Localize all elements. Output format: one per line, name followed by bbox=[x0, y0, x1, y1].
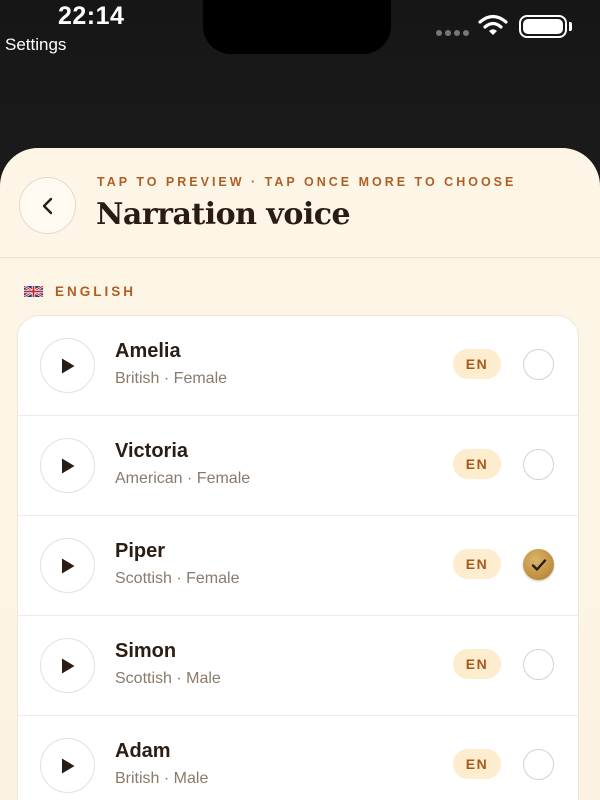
voice-row[interactable]: Simon Scottish · Male EN bbox=[18, 616, 578, 716]
sheet-hint: TAP TO PREVIEW · TAP ONCE MORE TO CHOOSE bbox=[97, 175, 517, 189]
play-icon bbox=[61, 558, 74, 573]
voice-name: Adam bbox=[115, 740, 171, 762]
battery-tip bbox=[569, 22, 572, 31]
voice-row[interactable]: Adam British · Male EN bbox=[18, 716, 578, 800]
voice-name: Simon bbox=[115, 640, 177, 662]
page-title: Narration voice bbox=[96, 197, 351, 232]
voice-row[interactable]: Amelia British · Female EN bbox=[18, 316, 578, 416]
play-icon bbox=[61, 458, 74, 473]
battery-icon bbox=[519, 15, 567, 38]
section-header-english: ENGLISH bbox=[24, 284, 136, 299]
language-badge: EN bbox=[453, 649, 501, 679]
voice-name: Piper bbox=[115, 540, 166, 562]
voice-list: Amelia British · Female EN Victoria Amer… bbox=[17, 315, 579, 800]
voice-radio-selected[interactable] bbox=[523, 549, 554, 580]
play-icon bbox=[61, 658, 74, 673]
language-badge: EN bbox=[453, 749, 501, 779]
play-preview-button[interactable] bbox=[40, 538, 95, 593]
sheet-header: TAP TO PREVIEW · TAP ONCE MORE TO CHOOSE… bbox=[0, 148, 600, 258]
play-icon bbox=[61, 758, 74, 773]
voice-sheet: TAP TO PREVIEW · TAP ONCE MORE TO CHOOSE… bbox=[0, 148, 600, 800]
language-badge: EN bbox=[453, 349, 501, 379]
language-badge: EN bbox=[453, 449, 501, 479]
play-preview-button[interactable] bbox=[40, 438, 95, 493]
play-icon bbox=[61, 358, 74, 373]
play-preview-button[interactable] bbox=[40, 638, 95, 693]
voice-name: Amelia bbox=[115, 340, 181, 362]
voice-row[interactable]: Piper Scottish · Female EN bbox=[18, 516, 578, 616]
wifi-icon bbox=[478, 14, 508, 35]
back-button[interactable] bbox=[19, 177, 76, 234]
voice-meta: British · Male bbox=[115, 770, 209, 787]
voice-radio[interactable] bbox=[523, 649, 554, 680]
voice-meta: Scottish · Male bbox=[115, 670, 221, 687]
voice-radio[interactable] bbox=[523, 349, 554, 380]
play-preview-button[interactable] bbox=[40, 338, 95, 393]
voice-radio[interactable] bbox=[523, 449, 554, 480]
voice-meta: American · Female bbox=[115, 470, 251, 487]
cellular-signal-icon bbox=[436, 30, 469, 36]
uk-flag-icon bbox=[24, 286, 43, 297]
voice-row[interactable]: Victoria American · Female EN bbox=[18, 416, 578, 516]
section-label: ENGLISH bbox=[55, 284, 137, 299]
voice-meta: British · Female bbox=[115, 370, 228, 387]
dynamic-island bbox=[203, 0, 391, 54]
back-to-app-link[interactable]: Settings bbox=[5, 35, 66, 55]
voice-name: Victoria bbox=[115, 440, 188, 462]
checkmark-icon bbox=[531, 558, 546, 571]
status-bar: 22:14 Settings bbox=[0, 0, 600, 60]
voice-meta: Scottish · Female bbox=[115, 570, 240, 587]
status-time: 22:14 bbox=[58, 2, 125, 30]
language-badge: EN bbox=[453, 549, 501, 579]
chevron-left-icon bbox=[42, 197, 52, 214]
voice-radio[interactable] bbox=[523, 749, 554, 780]
play-preview-button[interactable] bbox=[40, 738, 95, 793]
